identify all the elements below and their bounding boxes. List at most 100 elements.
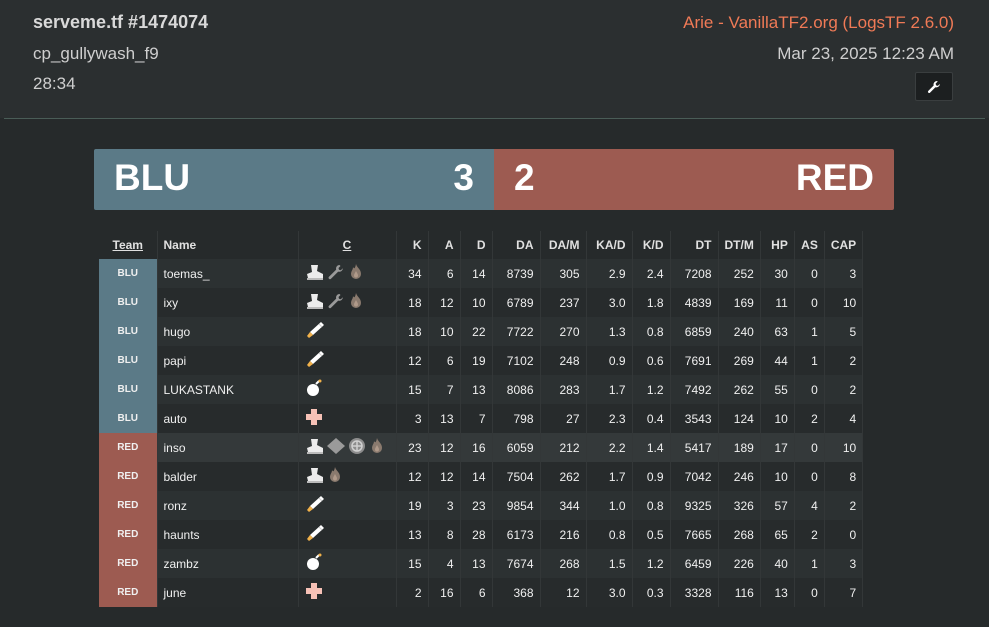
col-header-assists[interactable]: A [428,231,461,259]
scout-class-icon [305,466,325,487]
col-header-damage-taken-per-min[interactable]: DT/M [718,231,761,259]
captures-cell: 8 [824,462,864,491]
kd-cell: 1.2 [632,375,671,404]
kad-cell: 0.9 [586,346,633,375]
damage-taken-per-min-cell: 326 [718,491,761,520]
captures-cell: 2 [824,375,864,404]
col-header-kad[interactable]: KA/D [586,231,633,259]
airshots-cell: 0 [794,259,825,288]
blu-score: 3 [453,157,474,198]
col-header-damage-per-min[interactable]: DA/M [540,231,587,259]
heavy-class-icon [347,437,367,458]
team-cell: BLU [99,259,158,288]
col-header-class[interactable]: C [298,231,397,259]
player-name-link[interactable]: june [157,578,299,607]
class-icons-cell [298,462,397,491]
col-header-deaths[interactable]: D [460,231,493,259]
captures-cell: 3 [824,259,864,288]
kd-cell: 0.8 [632,317,671,346]
damage-per-min-cell: 268 [540,549,587,578]
damage-cell: 7674 [492,549,541,578]
col-header-name[interactable]: Name [157,231,299,259]
col-header-team[interactable]: Team [99,231,158,259]
damage-cell: 7504 [492,462,541,491]
deaths-cell: 22 [460,317,493,346]
class-icons-cell [298,433,397,462]
team-cell: BLU [99,346,158,375]
team-cell: RED [99,491,158,520]
table-row: BLU toemas_ 34 6 14 8739 305 2.9 2.4 7208 252 30 0 3 [99,259,864,288]
player-name-link[interactable]: ixy [157,288,299,317]
player-name-link[interactable]: LUKASTANK [157,375,299,404]
deaths-cell: 16 [460,433,493,462]
team-cell: BLU [99,404,158,433]
col-header-airshots[interactable]: AS [794,231,825,259]
player-name-link[interactable]: toemas_ [157,259,299,288]
col-header-damage[interactable]: DA [492,231,541,259]
kills-cell: 19 [396,491,429,520]
class-icons-cell [298,549,397,578]
assists-cell: 7 [428,375,461,404]
damage-per-min-cell: 248 [540,346,587,375]
table-row: RED inso 23 12 16 6059 212 2.2 1.4 5417 189 17 0 10 [99,433,864,462]
assists-cell: 4 [428,549,461,578]
kills-cell: 23 [396,433,429,462]
kd-cell: 1.4 [632,433,671,462]
kills-cell: 12 [396,346,429,375]
damage-taken-cell: 7208 [670,259,719,288]
deaths-cell: 10 [460,288,493,317]
soldier-class-icon [305,321,325,342]
kad-cell: 3.0 [586,578,633,607]
uploader-link[interactable]: Arie - VanillaTF2.org (LogsTF 2.6.0) [683,13,954,33]
damage-cell: 368 [492,578,541,607]
kills-cell: 12 [396,462,429,491]
deaths-cell: 19 [460,346,493,375]
health-cell: 17 [760,433,795,462]
captures-cell: 2 [824,491,864,520]
col-header-kd[interactable]: K/D [632,231,671,259]
player-name-link[interactable]: auto [157,404,299,433]
player-name-link[interactable]: papi [157,346,299,375]
player-name-link[interactable]: ronz [157,491,299,520]
damage-taken-cell: 4839 [670,288,719,317]
damage-taken-per-min-cell: 189 [718,433,761,462]
class-icons-cell [298,317,397,346]
captures-cell: 0 [824,520,864,549]
class-icons-cell [298,259,397,288]
col-header-captures[interactable]: CAP [824,231,864,259]
assists-cell: 6 [428,346,461,375]
player-name-link[interactable]: haunts [157,520,299,549]
damage-taken-cell: 6859 [670,317,719,346]
col-header-kills[interactable]: K [396,231,429,259]
health-cell: 11 [760,288,795,317]
soldier-class-icon [305,524,325,545]
col-header-damage-taken[interactable]: DT [670,231,719,259]
class-icons-cell [298,520,397,549]
health-cell: 13 [760,578,795,607]
damage-per-min-cell: 237 [540,288,587,317]
player-name-link[interactable]: inso [157,433,299,462]
match-date: Mar 23, 2025 12:23 AM [777,44,954,63]
kad-cell: 1.7 [586,375,633,404]
player-name-link[interactable]: zambz [157,549,299,578]
tools-button[interactable] [915,72,953,101]
kills-cell: 3 [396,404,429,433]
demoman-class-icon [305,553,323,574]
damage-per-min-cell: 283 [540,375,587,404]
table-row: BLU auto 3 13 7 798 27 2.3 0.4 3543 124 10 2 4 [99,404,864,433]
player-name-link[interactable]: balder [157,462,299,491]
assists-cell: 16 [428,578,461,607]
damage-taken-cell: 3328 [670,578,719,607]
damage-per-min-cell: 270 [540,317,587,346]
wrench-icon [927,80,940,93]
class-icons-cell [298,491,397,520]
team-cell: RED [99,578,158,607]
team-cell: RED [99,520,158,549]
table-row: RED haunts 13 8 28 6173 216 0.8 0.5 7665 268 65 2 0 [99,520,864,549]
deaths-cell: 23 [460,491,493,520]
kad-cell: 2.2 [586,433,633,462]
player-name-link[interactable]: hugo [157,317,299,346]
airshots-cell: 2 [794,520,825,549]
col-header-health[interactable]: HP [760,231,795,259]
damage-taken-cell: 6459 [670,549,719,578]
